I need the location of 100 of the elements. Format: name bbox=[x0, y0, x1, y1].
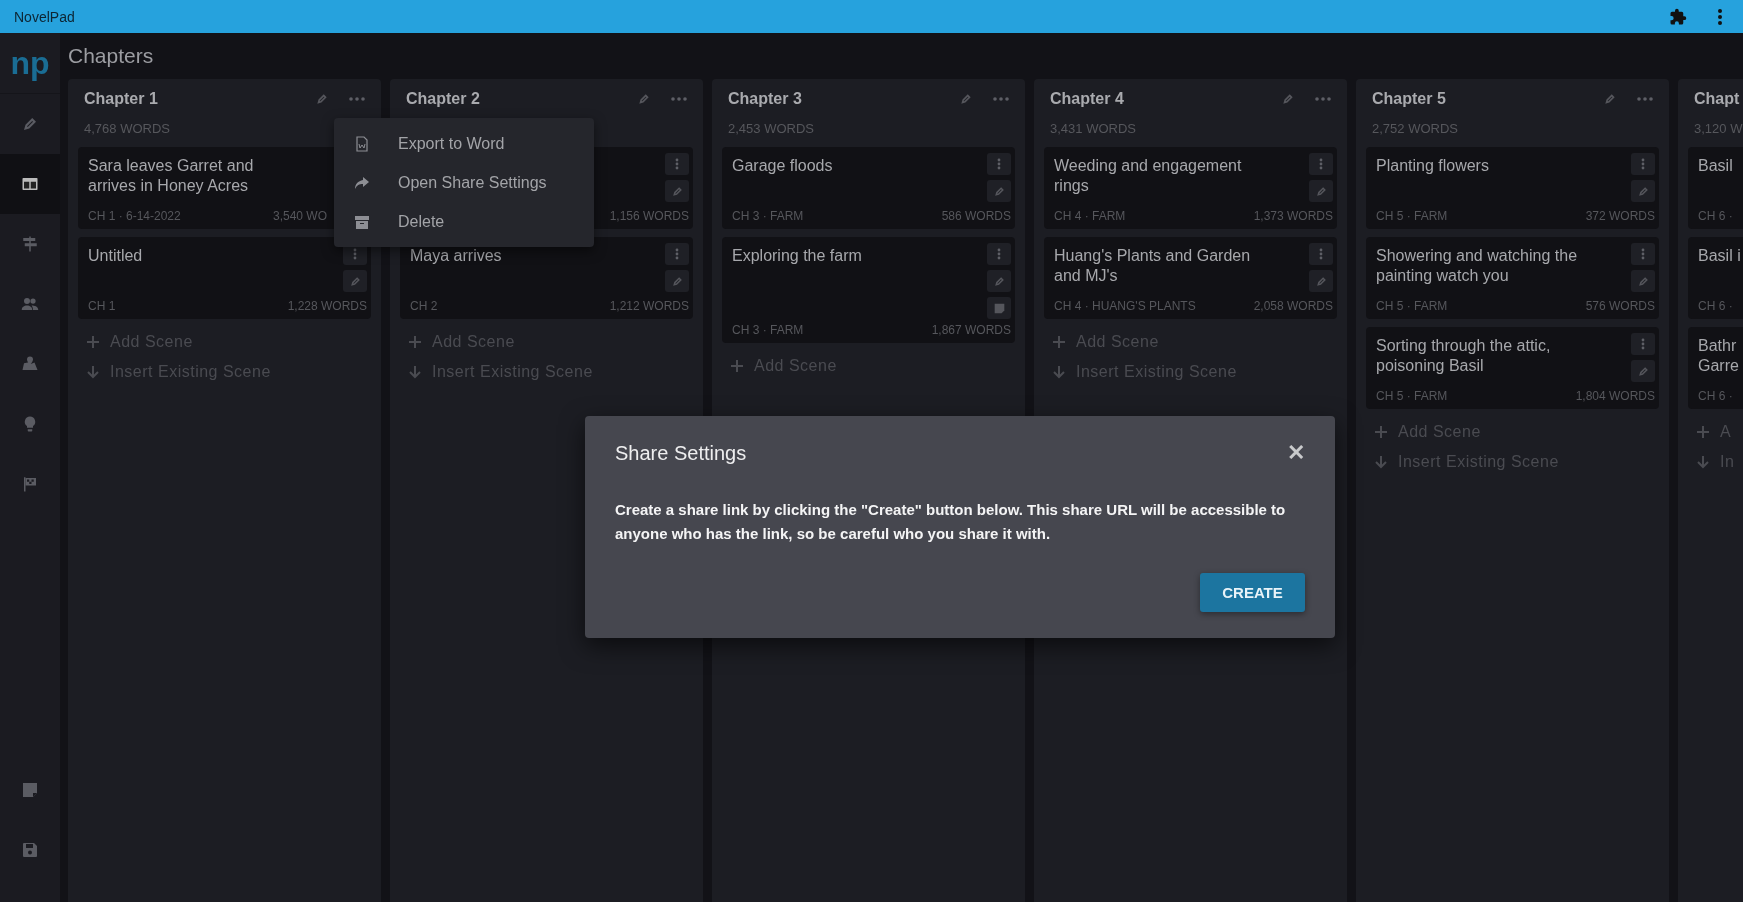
signpost-icon bbox=[21, 235, 39, 253]
scene-word-count: 576 WORDS bbox=[1585, 299, 1655, 313]
scene-card[interactable]: Weeding and engagement rings CH 4 · FARM 1,373 WORDS bbox=[1044, 147, 1337, 229]
plus-icon bbox=[1374, 425, 1388, 439]
scene-meta: CH 5 · FARM bbox=[1376, 209, 1448, 223]
scene-meta: CH 3 · FARM bbox=[732, 323, 804, 337]
arrow-down-icon bbox=[408, 365, 422, 379]
scene-card[interactable]: Exploring the farm CH 3 · FARM 1,867 WORDS bbox=[722, 237, 1015, 343]
scene-word-count: 1,212 WORDS bbox=[609, 299, 689, 313]
more-vertical-button[interactable] bbox=[1631, 333, 1655, 355]
scene-card[interactable]: Basil i CH 6 · bbox=[1688, 237, 1743, 319]
more-vertical-icon bbox=[997, 158, 1001, 170]
sticky-note-icon[interactable] bbox=[22, 782, 38, 798]
scene-card[interactable]: Bathr Garre CH 6 · bbox=[1688, 327, 1743, 409]
edit-button[interactable] bbox=[665, 270, 689, 292]
chapter-word-count: 4,768 WORDS bbox=[84, 120, 170, 136]
more-horizontal-icon[interactable] bbox=[993, 97, 1009, 101]
scene-meta: CH 6 · bbox=[1698, 209, 1733, 223]
more-vertical-button[interactable] bbox=[987, 243, 1011, 265]
pen-icon[interactable] bbox=[1281, 92, 1295, 106]
scene-word-count: 1,373 WORDS bbox=[1253, 209, 1333, 223]
scene-title: Maya arrives bbox=[410, 246, 502, 266]
arrow-down-icon bbox=[86, 365, 100, 379]
sidebar-item[interactable] bbox=[0, 154, 60, 214]
more-vertical-icon bbox=[1319, 248, 1323, 260]
scene-meta: CH 1 · 6-14-2022 bbox=[88, 209, 181, 223]
more-vertical-button[interactable] bbox=[1309, 153, 1333, 175]
chapter-title[interactable]: Chapter 5 bbox=[1372, 90, 1603, 108]
edit-button[interactable] bbox=[665, 180, 689, 202]
edit-button[interactable] bbox=[1631, 270, 1655, 292]
scene-meta: CH 5 · FARM bbox=[1376, 389, 1448, 403]
chapter-title[interactable]: Chapter 4 bbox=[1050, 90, 1281, 108]
more-vertical-button[interactable] bbox=[987, 153, 1011, 175]
close-button[interactable]: ✕ bbox=[1287, 440, 1305, 466]
edit-button[interactable] bbox=[1309, 270, 1333, 292]
pen-icon[interactable] bbox=[959, 92, 973, 106]
scene-meta: CH 1 bbox=[88, 299, 116, 313]
more-vertical-icon bbox=[1641, 338, 1645, 350]
scene-meta: CH 4 · FARM bbox=[1054, 209, 1126, 223]
archive-icon bbox=[354, 213, 370, 230]
more-horizontal-icon[interactable] bbox=[349, 97, 365, 101]
scene-meta: CH 5 · FARM bbox=[1376, 299, 1448, 313]
dialog-title: Share Settings bbox=[615, 441, 747, 465]
scene-meta: CH 2 bbox=[410, 299, 438, 313]
edit-button[interactable] bbox=[343, 270, 367, 292]
more-horizontal-icon[interactable] bbox=[671, 97, 687, 101]
scene-card[interactable]: Garage floods CH 3 · FARM 586 WORDS bbox=[722, 147, 1015, 229]
chapter-title[interactable]: Chapter 2 bbox=[406, 90, 637, 108]
scene-title: Showering and watching the painting watch you bbox=[1376, 246, 1579, 286]
chapter-title[interactable]: Chapter 1 bbox=[84, 90, 315, 108]
scene-title: Basil i bbox=[1698, 246, 1741, 266]
puzzle-icon[interactable] bbox=[1669, 7, 1687, 26]
plus-icon bbox=[408, 335, 422, 349]
scene-title: Exploring the farm bbox=[732, 246, 862, 266]
scene-card[interactable]: Sorting through the attic, poisoning Basil CH 5 · FARM 1,804 WORDS bbox=[1366, 327, 1659, 409]
share-icon bbox=[354, 174, 370, 191]
chapter-title[interactable]: Chapt bbox=[1694, 90, 1740, 108]
scene-title: Weeding and engagement rings bbox=[1054, 156, 1243, 196]
scene-word-count: 1,804 WORDS bbox=[1575, 389, 1655, 403]
pen-icon[interactable] bbox=[315, 92, 329, 106]
scene-card[interactable]: Maya arrives CH 2 1,212 WORDS bbox=[400, 237, 693, 319]
scene-card[interactable]: Planting flowers CH 5 · FARM 372 WORDS bbox=[1366, 147, 1659, 229]
scene-title: Untitled bbox=[88, 246, 143, 266]
scene-title: Bathr Garre bbox=[1698, 336, 1740, 376]
dialog-message: Create a share link by clicking the "Create" button below. This share URL will be accessible to anyone who has the link, so be careful who you share it with. bbox=[615, 500, 1287, 544]
document-icon bbox=[354, 135, 370, 152]
scene-word-count: 3,540 WO bbox=[272, 209, 327, 223]
more-vertical-icon bbox=[675, 248, 679, 260]
scene-card[interactable]: Showering and watching the painting watch you CH 5 · FARM 576 WORDS bbox=[1366, 237, 1659, 319]
more-vertical-button[interactable] bbox=[1631, 243, 1655, 265]
scene-title: Garage floods bbox=[732, 156, 833, 176]
more-vertical-icon[interactable] bbox=[1717, 7, 1723, 26]
edit-button[interactable] bbox=[1631, 360, 1655, 382]
scene-title: Basil bbox=[1698, 156, 1733, 176]
scene-title: Planting flowers bbox=[1376, 156, 1489, 176]
more-vertical-button[interactable] bbox=[665, 243, 689, 265]
scene-word-count: 1,156 WORDS bbox=[609, 209, 689, 223]
more-horizontal-icon[interactable] bbox=[1637, 97, 1653, 101]
edit-button[interactable] bbox=[1631, 180, 1655, 202]
more-vertical-button[interactable] bbox=[1631, 153, 1655, 175]
people-icon bbox=[21, 295, 39, 313]
more-vertical-button[interactable] bbox=[1309, 243, 1333, 265]
pen-icon[interactable] bbox=[1603, 92, 1617, 106]
more-horizontal-icon[interactable] bbox=[1315, 97, 1331, 101]
scene-card[interactable]: Huang's Plants and Garden and MJ's CH 4 · HUANG'S PLANTS 2,058 WORDS bbox=[1044, 237, 1337, 319]
edit-button[interactable] bbox=[1309, 180, 1333, 202]
save-icon[interactable] bbox=[22, 842, 38, 858]
pen-icon[interactable] bbox=[637, 92, 651, 106]
scene-meta: CH 3 · FARM bbox=[732, 209, 804, 223]
edit-button[interactable] bbox=[987, 180, 1011, 202]
more-vertical-button[interactable] bbox=[665, 153, 689, 175]
arrow-down-icon bbox=[1374, 455, 1388, 469]
scene-word-count: 1,867 WORDS bbox=[931, 323, 1011, 337]
scene-card[interactable]: Untitled CH 1 1,228 WORDS bbox=[78, 237, 371, 319]
chapter-title[interactable]: Chapter 3 bbox=[728, 90, 959, 108]
edit-button[interactable] bbox=[987, 270, 1011, 292]
scene-word-count: 2,058 WORDS bbox=[1253, 299, 1333, 313]
scene-card[interactable]: Basil CH 6 · bbox=[1688, 147, 1743, 229]
note-button[interactable] bbox=[987, 297, 1011, 319]
create-button[interactable]: CREATE bbox=[1200, 573, 1305, 612]
